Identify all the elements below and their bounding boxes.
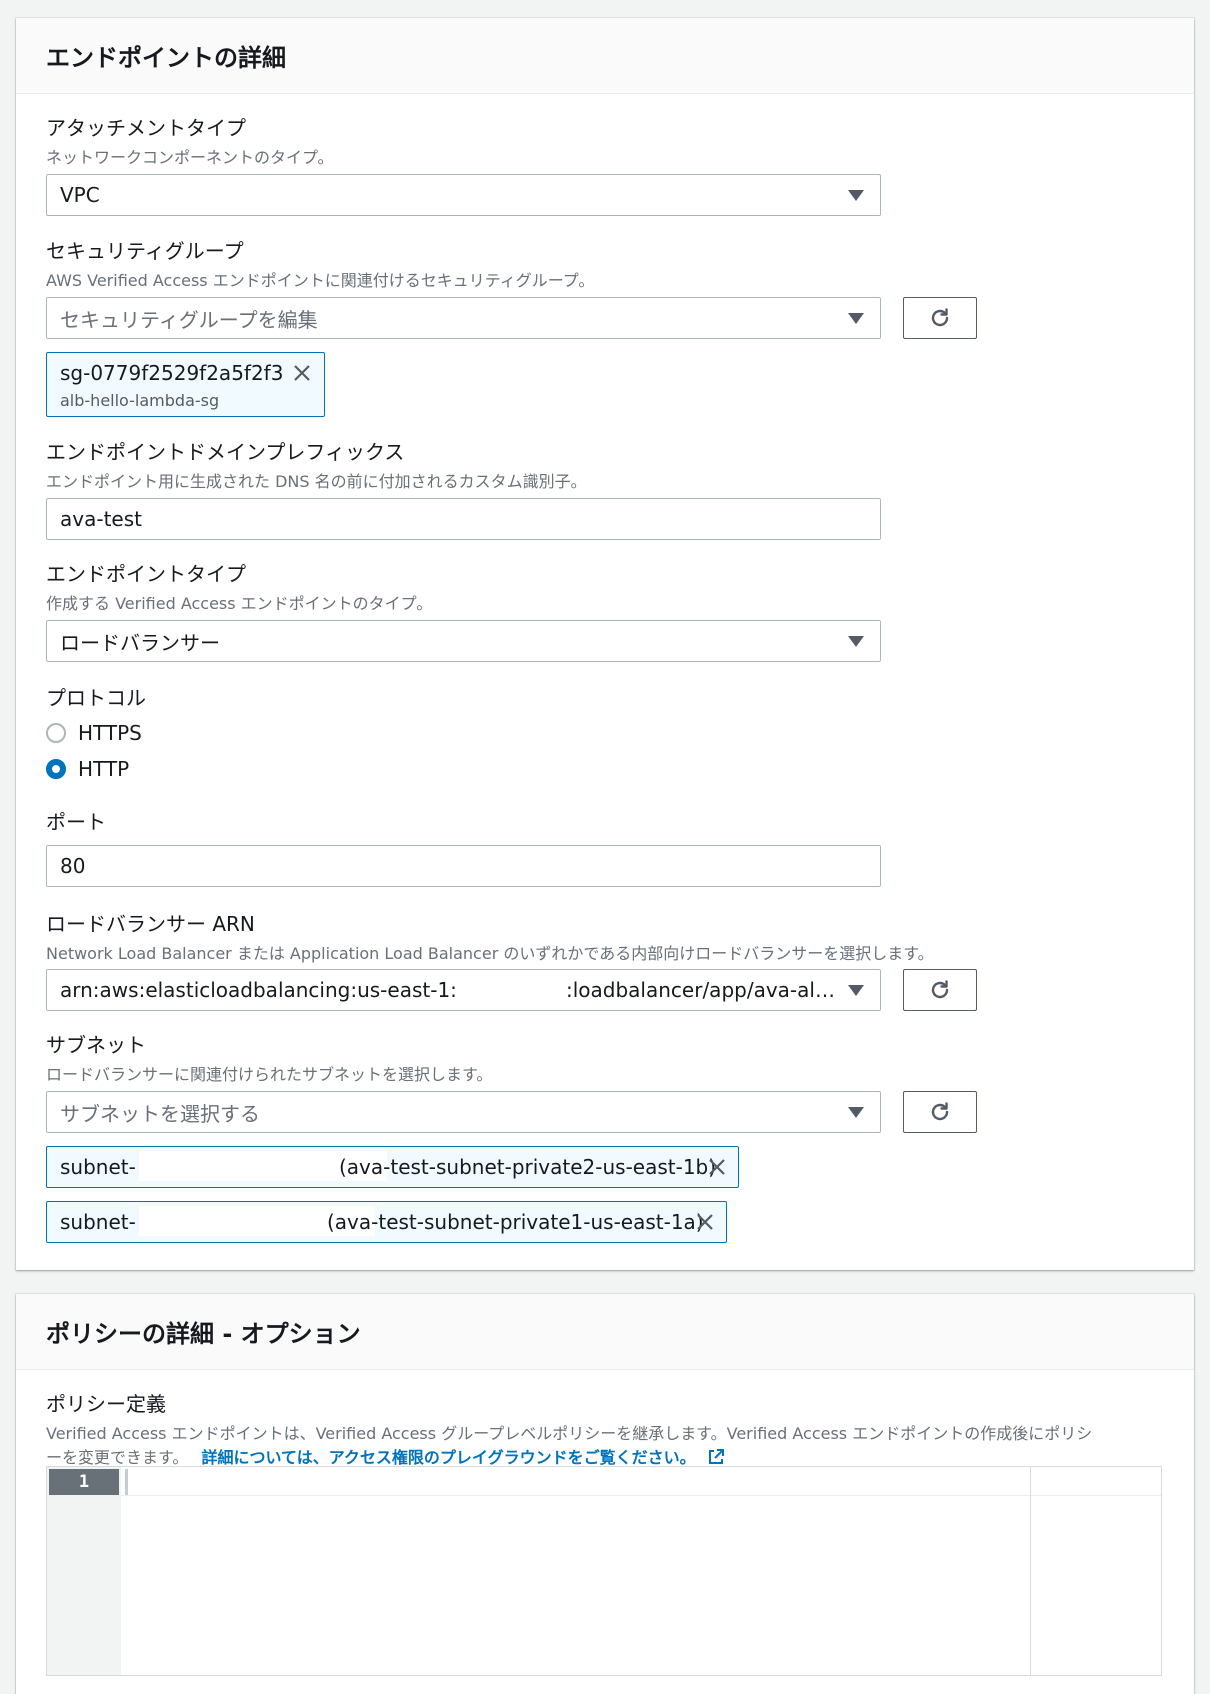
policy-definition-description: Verified Access エンドポイントは、Verified Access… <box>46 1424 1093 1443</box>
subnet-refresh-button[interactable] <box>903 1091 977 1133</box>
subnet-select[interactable]: サブネットを選択する <box>46 1091 881 1133</box>
security-group-select[interactable]: セキュリティグループを編集 <box>46 297 881 339</box>
radio-unchecked-icon <box>46 723 66 743</box>
lb-arn-refresh-button[interactable] <box>903 969 977 1011</box>
caret-down-icon <box>848 312 864 324</box>
caret-down-icon <box>848 189 864 201</box>
attachment-type-select[interactable]: VPC <box>46 174 881 216</box>
security-group-token: sg-0779f2529f2a5f2f3 alb-hello-lambda-sg <box>46 352 325 417</box>
policy-description-text: ーを変更できます。 <box>46 1448 189 1467</box>
subnet-placeholder: サブネットを選択する <box>60 1101 260 1126</box>
domain-prefix-input[interactable]: ava-test <box>46 498 881 540</box>
security-group-token-name: alb-hello-lambda-sg <box>60 391 220 410</box>
close-icon[interactable] <box>707 1157 727 1177</box>
refresh-icon <box>931 1102 949 1121</box>
protocol-radio-http[interactable]: HTTP <box>46 757 129 781</box>
endpoint-type-value: ロードバランサー <box>60 630 220 655</box>
subnet-token-name: (ava-test-subnet-private1-us-east-1a) <box>327 1210 704 1234</box>
protocol-option-label: HTTPS <box>78 721 142 745</box>
lb-arn-value-start: arn:aws:elasticloadbalancing:us-east-1: <box>60 978 457 1002</box>
attachment-type-label: アタッチメントタイプ <box>46 116 246 140</box>
protocol-radio-https[interactable]: HTTPS <box>46 721 142 745</box>
domain-prefix-label: エンドポイントドメインプレフィックス <box>46 440 405 464</box>
security-group-refresh-button[interactable] <box>903 297 977 339</box>
port-label: ポート <box>46 810 106 834</box>
endpoint-type-select[interactable]: ロードバランサー <box>46 620 881 662</box>
caret-down-icon <box>848 635 864 647</box>
lb-arn-value-end: :loadbalancer/app/ava-al… <box>566 978 835 1002</box>
policy-definition-label: ポリシー定義 <box>46 1392 166 1416</box>
close-icon[interactable] <box>695 1212 715 1232</box>
editor-line-divider <box>121 1495 1161 1496</box>
subnet-token: subnet- (ava-test-subnet-private2-us-eas… <box>46 1146 739 1188</box>
subnet-description: ロードバランサーに関連付けられたサブネットを選択します。 <box>46 1065 493 1084</box>
endpoint-details-panel: エンドポイントの詳細 アタッチメントタイプ ネットワークコンポーネントのタイプ。… <box>16 18 1194 1270</box>
endpoint-type-description: 作成する Verified Access エンドポイントのタイプ。 <box>46 594 433 613</box>
policy-code-editor[interactable]: 1 <box>46 1466 1162 1676</box>
endpoint-details-title: エンドポイントの詳細 <box>46 44 286 72</box>
permissions-playground-link[interactable]: 詳細については、アクセス権限のプレイグラウンドをご覧ください。 <box>202 1448 726 1467</box>
editor-gutter <box>47 1467 121 1675</box>
line-number: 1 <box>49 1469 119 1495</box>
external-link-icon <box>709 1449 725 1464</box>
subnet-token: subnet- (ava-test-subnet-private1-us-eas… <box>46 1201 727 1243</box>
security-group-label: セキュリティグループ <box>46 239 244 263</box>
policy-details-panel: ポリシーの詳細 - オプション ポリシー定義 Verified Access エ… <box>16 1294 1194 1694</box>
policy-definition-description-cont: ーを変更できます。 詳細については、アクセス権限のプレイグラウンドをご覧ください… <box>46 1444 725 1468</box>
editor-side-divider <box>1030 1467 1031 1675</box>
permissions-playground-link-text: 詳細については、アクセス権限のプレイグラウンドをご覧ください。 <box>201 1448 696 1467</box>
policy-details-header: ポリシーの詳細 - オプション <box>16 1294 1194 1370</box>
security-group-description: AWS Verified Access エンドポイントに関連付けるセキュリティグ… <box>46 271 595 290</box>
subnet-token-name: (ava-test-subnet-private2-us-east-1b) <box>339 1155 717 1179</box>
caret-down-icon <box>848 984 864 996</box>
editor-cursor <box>125 1469 128 1495</box>
close-icon[interactable] <box>292 363 312 383</box>
policy-details-title: ポリシーの詳細 - オプション <box>46 1320 361 1348</box>
refresh-icon <box>931 980 949 999</box>
subnet-token-prefix: subnet- <box>60 1155 136 1179</box>
radio-checked-icon <box>46 759 66 779</box>
subnet-token-prefix: subnet- <box>60 1210 136 1234</box>
attachment-type-description: ネットワークコンポーネントのタイプ。 <box>46 148 334 167</box>
port-input[interactable]: 80 <box>46 845 881 887</box>
security-group-token-id: sg-0779f2529f2a5f2f3 <box>60 361 284 385</box>
lb-arn-value: arn:aws:elasticloadbalancing:us-east-1: … <box>60 978 836 1002</box>
protocol-label: プロトコル <box>46 686 146 710</box>
lb-arn-description: Network Load Balancer または Application Lo… <box>46 944 934 963</box>
domain-prefix-description: エンドポイント用に生成された DNS 名の前に付加されるカスタム識別子。 <box>46 472 587 491</box>
subnet-label: サブネット <box>46 1033 146 1057</box>
attachment-type-value: VPC <box>60 183 100 207</box>
protocol-option-label: HTTP <box>78 757 130 781</box>
endpoint-details-header: エンドポイントの詳細 <box>16 18 1194 94</box>
security-group-placeholder: セキュリティグループを編集 <box>60 307 318 332</box>
refresh-icon <box>931 308 949 327</box>
lb-arn-select[interactable]: arn:aws:elasticloadbalancing:us-east-1: … <box>46 969 881 1011</box>
caret-down-icon <box>848 1106 864 1118</box>
endpoint-type-label: エンドポイントタイプ <box>46 562 246 586</box>
lb-arn-label: ロードバランサー ARN <box>46 912 255 936</box>
